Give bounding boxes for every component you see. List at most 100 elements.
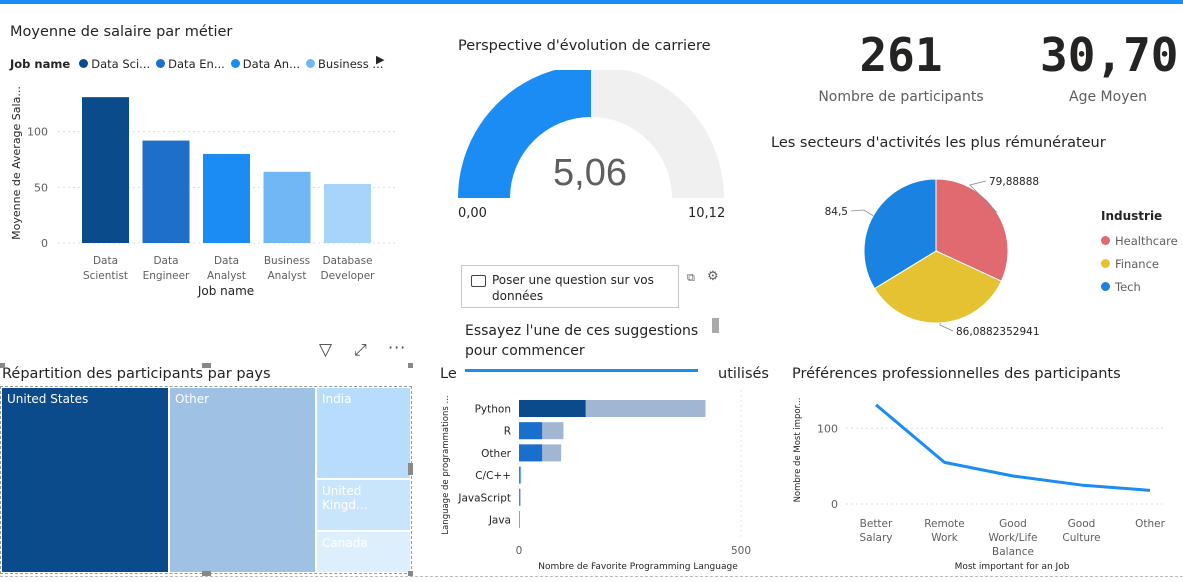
x-tick-label: Engineer bbox=[143, 270, 190, 282]
bar-data-analyst bbox=[203, 153, 250, 243]
y-tick-label: 0 bbox=[41, 237, 48, 250]
qa-scrollbar[interactable] bbox=[712, 318, 719, 333]
treemap-label: Canada bbox=[322, 536, 368, 550]
x-tick-label: Data bbox=[214, 255, 239, 267]
legend-next-arrow[interactable]: ▶ bbox=[376, 53, 384, 66]
x-axis-label: Most important for an Job bbox=[955, 562, 1070, 572]
treemap-cell-other[interactable]: Other bbox=[169, 387, 316, 573]
pie-title: Les secteurs d'activités les plus rémuné… bbox=[771, 135, 1106, 151]
x-tick-label: Analyst bbox=[268, 270, 307, 282]
legend-item-label: Business ... bbox=[318, 56, 384, 71]
salary-legend-item[interactable]: Business ... bbox=[306, 57, 383, 71]
pie-legend-item[interactable]: Tech bbox=[1101, 275, 1178, 298]
salary-legend-item[interactable]: Data En... bbox=[156, 57, 225, 71]
bar-python bbox=[519, 400, 586, 417]
legend-item-label: Healthcare bbox=[1115, 233, 1178, 248]
x-tick-label: 500 bbox=[731, 545, 751, 557]
legend-dot bbox=[1101, 282, 1110, 291]
page-bottom-divider bbox=[0, 576, 1183, 577]
gauge-title: Perspective d'évolution de carriere bbox=[458, 38, 711, 54]
treemap-label: United States bbox=[7, 392, 89, 406]
x-tick-label: Analyst bbox=[207, 270, 246, 282]
kpi-participants-label: Nombre de participants bbox=[818, 89, 984, 105]
pie-data-label: 86,08823529411765 bbox=[956, 326, 1040, 338]
treemap-cell-india[interactable]: India bbox=[316, 387, 411, 479]
x-tick-label: Business bbox=[264, 255, 310, 267]
pie-legend: Healthcare Finance Tech bbox=[1101, 229, 1178, 298]
salary-chart-title: Moyenne de salaire par métier bbox=[10, 24, 233, 40]
focus-mode-icon[interactable]: ⤢ bbox=[354, 340, 367, 360]
treemap-label: Other bbox=[175, 392, 210, 406]
bar-database-developer bbox=[324, 183, 371, 243]
y-tick-label: Python bbox=[475, 404, 511, 416]
gauge-min: 0,00 bbox=[458, 206, 487, 221]
legend-dot bbox=[1101, 259, 1110, 268]
qa-question-box[interactable]: Poser une question sur vos données bbox=[461, 265, 679, 308]
treemap-label: India bbox=[322, 392, 352, 406]
y-tick-label: 50 bbox=[34, 181, 48, 194]
pie-leader-line bbox=[850, 209, 874, 217]
y-axis-label: Moyenne de Average Sala... bbox=[10, 86, 23, 240]
pie-data-label: 79,8888888888889 bbox=[989, 176, 1040, 188]
x-tick-label: Good bbox=[999, 518, 1027, 530]
treemap-label: United Kingd... bbox=[322, 484, 368, 512]
salary-legend-label: Job name bbox=[10, 57, 71, 71]
more-options-icon[interactable]: ··· bbox=[388, 338, 406, 357]
bar-javascript bbox=[519, 488, 520, 506]
bar-cc bbox=[519, 466, 521, 484]
gear-icon[interactable]: ⚙ bbox=[707, 269, 719, 284]
x-tick-label: Work bbox=[931, 532, 959, 544]
bar-r bbox=[519, 422, 543, 440]
bar-data-engineer bbox=[142, 140, 190, 243]
y-axis-label: Language de programmations ... bbox=[441, 395, 451, 534]
x-tick-label: Scientist bbox=[83, 270, 128, 282]
x-tick-label: Salary bbox=[860, 532, 893, 544]
pie-legend-item[interactable]: Healthcare bbox=[1101, 229, 1178, 252]
y-axis-label: Nombre de Most impor... bbox=[793, 398, 803, 503]
resize-handle-corner-tl[interactable] bbox=[0, 363, 5, 368]
pie-data-label: 84,5 bbox=[825, 206, 848, 218]
treemap-cell-canada[interactable]: Canada bbox=[316, 531, 411, 573]
legend-dot bbox=[1101, 236, 1110, 245]
salary-legend-item[interactable]: Data Sci... bbox=[79, 57, 150, 71]
share-icon[interactable]: ⧉ bbox=[687, 271, 695, 285]
x-tick-label: Culture bbox=[1062, 532, 1100, 544]
x-tick-label: Remote bbox=[924, 518, 965, 530]
resize-handle-right[interactable] bbox=[408, 463, 413, 475]
y-tick-label: C/C++ bbox=[475, 470, 511, 482]
pref-chart-title: Préférences professionnelles des partici… bbox=[792, 366, 1121, 382]
bar-other bbox=[519, 444, 543, 462]
legend-dot bbox=[79, 59, 89, 68]
legend-item-label: Data An... bbox=[242, 56, 301, 71]
qa-suggestion-text: Essayez l'une de ces suggestions pour co… bbox=[465, 323, 699, 359]
x-tick-label: Better bbox=[860, 518, 893, 530]
kpi-participants-value: 261 bbox=[859, 28, 943, 82]
x-axis-label: Nombre de Favorite Programming Language bbox=[538, 562, 738, 572]
preference-line bbox=[875, 403, 1151, 492]
x-tick-label: 0 bbox=[516, 545, 523, 557]
legend-item-label: Data En... bbox=[168, 56, 225, 71]
y-tick-label: 100 bbox=[27, 126, 48, 139]
y-tick-label: Other bbox=[481, 448, 511, 460]
kpi-age-label: Age Moyen bbox=[1069, 89, 1147, 105]
treemap-cell-united-states[interactable]: United States bbox=[1, 387, 169, 573]
treemap-cell-united-kingdom[interactable]: United Kingd... bbox=[316, 479, 411, 531]
filter-icon[interactable]: ▽ bbox=[319, 340, 332, 360]
x-axis-label: Job name bbox=[197, 284, 254, 298]
language-bar-chart: Language de programmations ... Python R Oth… bbox=[441, 390, 751, 572]
salary-legend-item[interactable]: Data An... bbox=[230, 56, 301, 71]
resize-handle-corner-tr[interactable] bbox=[408, 363, 413, 368]
lang-chart-title-left: Le bbox=[440, 366, 457, 382]
y-tick-label: 100 bbox=[817, 422, 838, 435]
y-tick-label: Java bbox=[488, 515, 511, 527]
x-tick-label: Other bbox=[1135, 518, 1165, 530]
preferences-line-chart: 0 100 Nombre de Most impor... Better Salary R… bbox=[793, 398, 1166, 572]
pie-legend-item[interactable]: Finance bbox=[1101, 252, 1178, 275]
legend-dot bbox=[156, 59, 166, 68]
lang-chart-title-right: utilisés bbox=[718, 366, 769, 382]
industry-pie-chart: 79,8888888888889 86,08823529411765 84,5 bbox=[825, 176, 1040, 338]
resize-handle-top[interactable] bbox=[202, 363, 211, 368]
bar-data-scientist bbox=[82, 97, 129, 243]
chat-icon bbox=[471, 275, 486, 287]
x-tick-label: Developer bbox=[320, 270, 375, 282]
